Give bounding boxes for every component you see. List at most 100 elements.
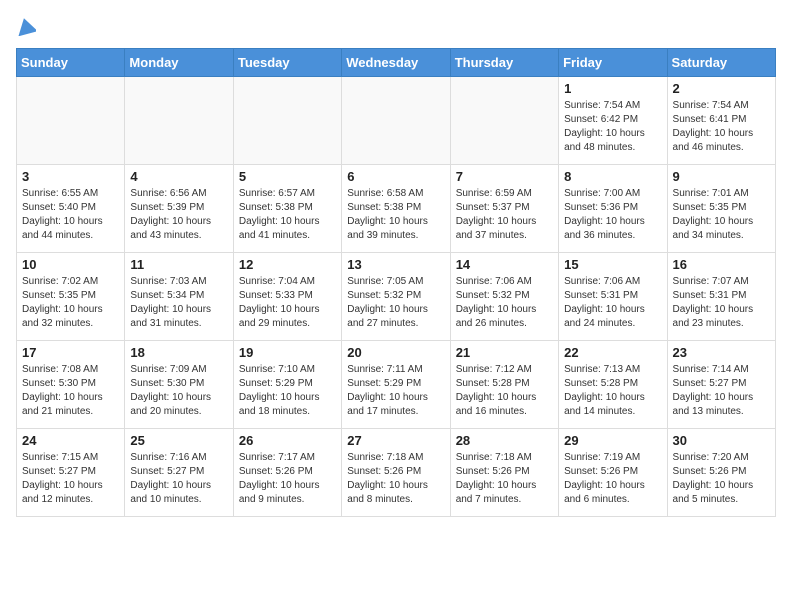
day-of-week-header: Sunday: [17, 49, 125, 77]
day-number: 4: [130, 169, 227, 184]
calendar-week-row: 3Sunrise: 6:55 AM Sunset: 5:40 PM Daylig…: [17, 165, 776, 253]
day-info: Sunrise: 6:59 AM Sunset: 5:37 PM Dayligh…: [456, 187, 553, 243]
day-number: 10: [22, 257, 119, 272]
day-info: Sunrise: 7:03 AM Sunset: 5:34 PM Dayligh…: [130, 275, 227, 331]
calendar-day-cell: 16 Sunrise: 7:07 AM Sunset: 5:31 PM Dayli…: [667, 253, 775, 341]
day-number: 24: [22, 433, 119, 448]
calendar-day-cell: [17, 77, 125, 165]
day-info: Sunrise: 7:54 AM Sunset: 6:42 PM Dayligh…: [564, 99, 661, 155]
day-of-week-header: Wednesday: [342, 49, 450, 77]
day-info: Sunrise: 7:16 AM Sunset: 5:27 PM Dayligh…: [130, 451, 227, 507]
logo: [16, 16, 36, 36]
calendar-day-cell: 19 Sunrise: 7:10 AM Sunset: 5:29 PM Dayli…: [233, 341, 341, 429]
day-info: Sunrise: 7:08 AM Sunset: 5:30 PM Dayligh…: [22, 363, 119, 419]
day-number: 30: [673, 433, 770, 448]
calendar-day-cell: 18 Sunrise: 7:09 AM Sunset: 5:30 PM Dayli…: [125, 341, 233, 429]
day-number: 11: [130, 257, 227, 272]
calendar-day-cell: 22Sunrise: 7:13 AM Sunset: 5:28 PM Dayli…: [559, 341, 667, 429]
day-info: Sunrise: 7:01 AM Sunset: 5:35 PM Dayligh…: [673, 187, 770, 243]
day-number: 2: [673, 81, 770, 96]
day-of-week-header: Friday: [559, 49, 667, 77]
calendar-day-cell: 23 Sunrise: 7:14 AM Sunset: 5:27 PM Dayli…: [667, 341, 775, 429]
calendar-day-cell: 14 Sunrise: 7:06 AM Sunset: 5:32 PM Dayli…: [450, 253, 558, 341]
day-number: 25: [130, 433, 227, 448]
day-info: Sunrise: 7:20 AM Sunset: 5:26 PM Dayligh…: [673, 451, 770, 507]
calendar-header-row: SundayMondayTuesdayWednesdayThursdayFrid…: [17, 49, 776, 77]
day-number: 16: [673, 257, 770, 272]
calendar-day-cell: 10 Sunrise: 7:02 AM Sunset: 5:35 PM Dayli…: [17, 253, 125, 341]
day-number: 17: [22, 345, 119, 360]
day-number: 28: [456, 433, 553, 448]
day-info: Sunrise: 6:57 AM Sunset: 5:38 PM Dayligh…: [239, 187, 336, 243]
day-number: 14: [456, 257, 553, 272]
calendar-day-cell: 21Sunrise: 7:12 AM Sunset: 5:28 PM Dayli…: [450, 341, 558, 429]
calendar-day-cell: 27Sunrise: 7:18 AM Sunset: 5:26 PM Dayli…: [342, 429, 450, 517]
day-info: Sunrise: 7:05 AM Sunset: 5:32 PM Dayligh…: [347, 275, 444, 331]
day-number: 12: [239, 257, 336, 272]
day-info: Sunrise: 7:14 AM Sunset: 5:27 PM Dayligh…: [673, 363, 770, 419]
calendar-day-cell: 5Sunrise: 6:57 AM Sunset: 5:38 PM Daylig…: [233, 165, 341, 253]
day-number: 18: [130, 345, 227, 360]
day-info: Sunrise: 7:07 AM Sunset: 5:31 PM Dayligh…: [673, 275, 770, 331]
day-info: Sunrise: 7:18 AM Sunset: 5:26 PM Dayligh…: [456, 451, 553, 507]
day-info: Sunrise: 7:02 AM Sunset: 5:35 PM Dayligh…: [22, 275, 119, 331]
day-info: Sunrise: 7:04 AM Sunset: 5:33 PM Dayligh…: [239, 275, 336, 331]
calendar-day-cell: 3Sunrise: 6:55 AM Sunset: 5:40 PM Daylig…: [17, 165, 125, 253]
calendar-day-cell: 30 Sunrise: 7:20 AM Sunset: 5:26 PM Dayli…: [667, 429, 775, 517]
calendar-day-cell: 7 Sunrise: 6:59 AM Sunset: 5:37 PM Daylig…: [450, 165, 558, 253]
day-info: Sunrise: 7:19 AM Sunset: 5:26 PM Dayligh…: [564, 451, 661, 507]
calendar-day-cell: 26 Sunrise: 7:17 AM Sunset: 5:26 PM Dayli…: [233, 429, 341, 517]
calendar-day-cell: 13Sunrise: 7:05 AM Sunset: 5:32 PM Dayli…: [342, 253, 450, 341]
calendar-day-cell: [342, 77, 450, 165]
calendar-day-cell: 29 Sunrise: 7:19 AM Sunset: 5:26 PM Dayli…: [559, 429, 667, 517]
calendar-week-row: 1 Sunrise: 7:54 AM Sunset: 6:42 PM Daylig…: [17, 77, 776, 165]
day-number: 1: [564, 81, 661, 96]
day-info: Sunrise: 7:15 AM Sunset: 5:27 PM Dayligh…: [22, 451, 119, 507]
day-info: Sunrise: 7:17 AM Sunset: 5:26 PM Dayligh…: [239, 451, 336, 507]
day-number: 19: [239, 345, 336, 360]
calendar-day-cell: 15Sunrise: 7:06 AM Sunset: 5:31 PM Dayli…: [559, 253, 667, 341]
day-number: 21: [456, 345, 553, 360]
calendar-day-cell: 1 Sunrise: 7:54 AM Sunset: 6:42 PM Daylig…: [559, 77, 667, 165]
day-info: Sunrise: 7:54 AM Sunset: 6:41 PM Dayligh…: [673, 99, 770, 155]
day-info: Sunrise: 7:13 AM Sunset: 5:28 PM Dayligh…: [564, 363, 661, 419]
day-number: 26: [239, 433, 336, 448]
day-info: Sunrise: 7:09 AM Sunset: 5:30 PM Dayligh…: [130, 363, 227, 419]
calendar-day-cell: 17 Sunrise: 7:08 AM Sunset: 5:30 PM Dayli…: [17, 341, 125, 429]
day-of-week-header: Saturday: [667, 49, 775, 77]
day-number: 23: [673, 345, 770, 360]
logo-icon: [16, 16, 36, 36]
calendar-day-cell: 9 Sunrise: 7:01 AM Sunset: 5:35 PM Daylig…: [667, 165, 775, 253]
day-info: Sunrise: 6:58 AM Sunset: 5:38 PM Dayligh…: [347, 187, 444, 243]
calendar-day-cell: 28 Sunrise: 7:18 AM Sunset: 5:26 PM Dayli…: [450, 429, 558, 517]
day-info: Sunrise: 7:18 AM Sunset: 5:26 PM Dayligh…: [347, 451, 444, 507]
day-info: Sunrise: 7:00 AM Sunset: 5:36 PM Dayligh…: [564, 187, 661, 243]
calendar-day-cell: [125, 77, 233, 165]
calendar-day-cell: 6 Sunrise: 6:58 AM Sunset: 5:38 PM Daylig…: [342, 165, 450, 253]
day-number: 29: [564, 433, 661, 448]
day-number: 8: [564, 169, 661, 184]
day-info: Sunrise: 6:56 AM Sunset: 5:39 PM Dayligh…: [130, 187, 227, 243]
calendar-day-cell: 12 Sunrise: 7:04 AM Sunset: 5:33 PM Dayli…: [233, 253, 341, 341]
calendar-day-cell: 2 Sunrise: 7:54 AM Sunset: 6:41 PM Daylig…: [667, 77, 775, 165]
day-info: Sunrise: 7:10 AM Sunset: 5:29 PM Dayligh…: [239, 363, 336, 419]
day-info: Sunrise: 7:11 AM Sunset: 5:29 PM Dayligh…: [347, 363, 444, 419]
day-of-week-header: Monday: [125, 49, 233, 77]
calendar-day-cell: [233, 77, 341, 165]
calendar-week-row: 24 Sunrise: 7:15 AM Sunset: 5:27 PM Dayli…: [17, 429, 776, 517]
calendar-day-cell: [450, 77, 558, 165]
day-of-week-header: Thursday: [450, 49, 558, 77]
calendar-day-cell: 4 Sunrise: 6:56 AM Sunset: 5:39 PM Daylig…: [125, 165, 233, 253]
day-number: 6: [347, 169, 444, 184]
calendar-day-cell: 11 Sunrise: 7:03 AM Sunset: 5:34 PM Dayli…: [125, 253, 233, 341]
day-info: Sunrise: 6:55 AM Sunset: 5:40 PM Dayligh…: [22, 187, 119, 243]
calendar-day-cell: 20Sunrise: 7:11 AM Sunset: 5:29 PM Dayli…: [342, 341, 450, 429]
page-header: [16, 16, 776, 36]
day-number: 9: [673, 169, 770, 184]
calendar-day-cell: 24 Sunrise: 7:15 AM Sunset: 5:27 PM Dayli…: [17, 429, 125, 517]
day-number: 7: [456, 169, 553, 184]
day-info: Sunrise: 7:06 AM Sunset: 5:31 PM Dayligh…: [564, 275, 661, 331]
day-info: Sunrise: 7:06 AM Sunset: 5:32 PM Dayligh…: [456, 275, 553, 331]
calendar-day-cell: 25 Sunrise: 7:16 AM Sunset: 5:27 PM Dayli…: [125, 429, 233, 517]
day-of-week-header: Tuesday: [233, 49, 341, 77]
